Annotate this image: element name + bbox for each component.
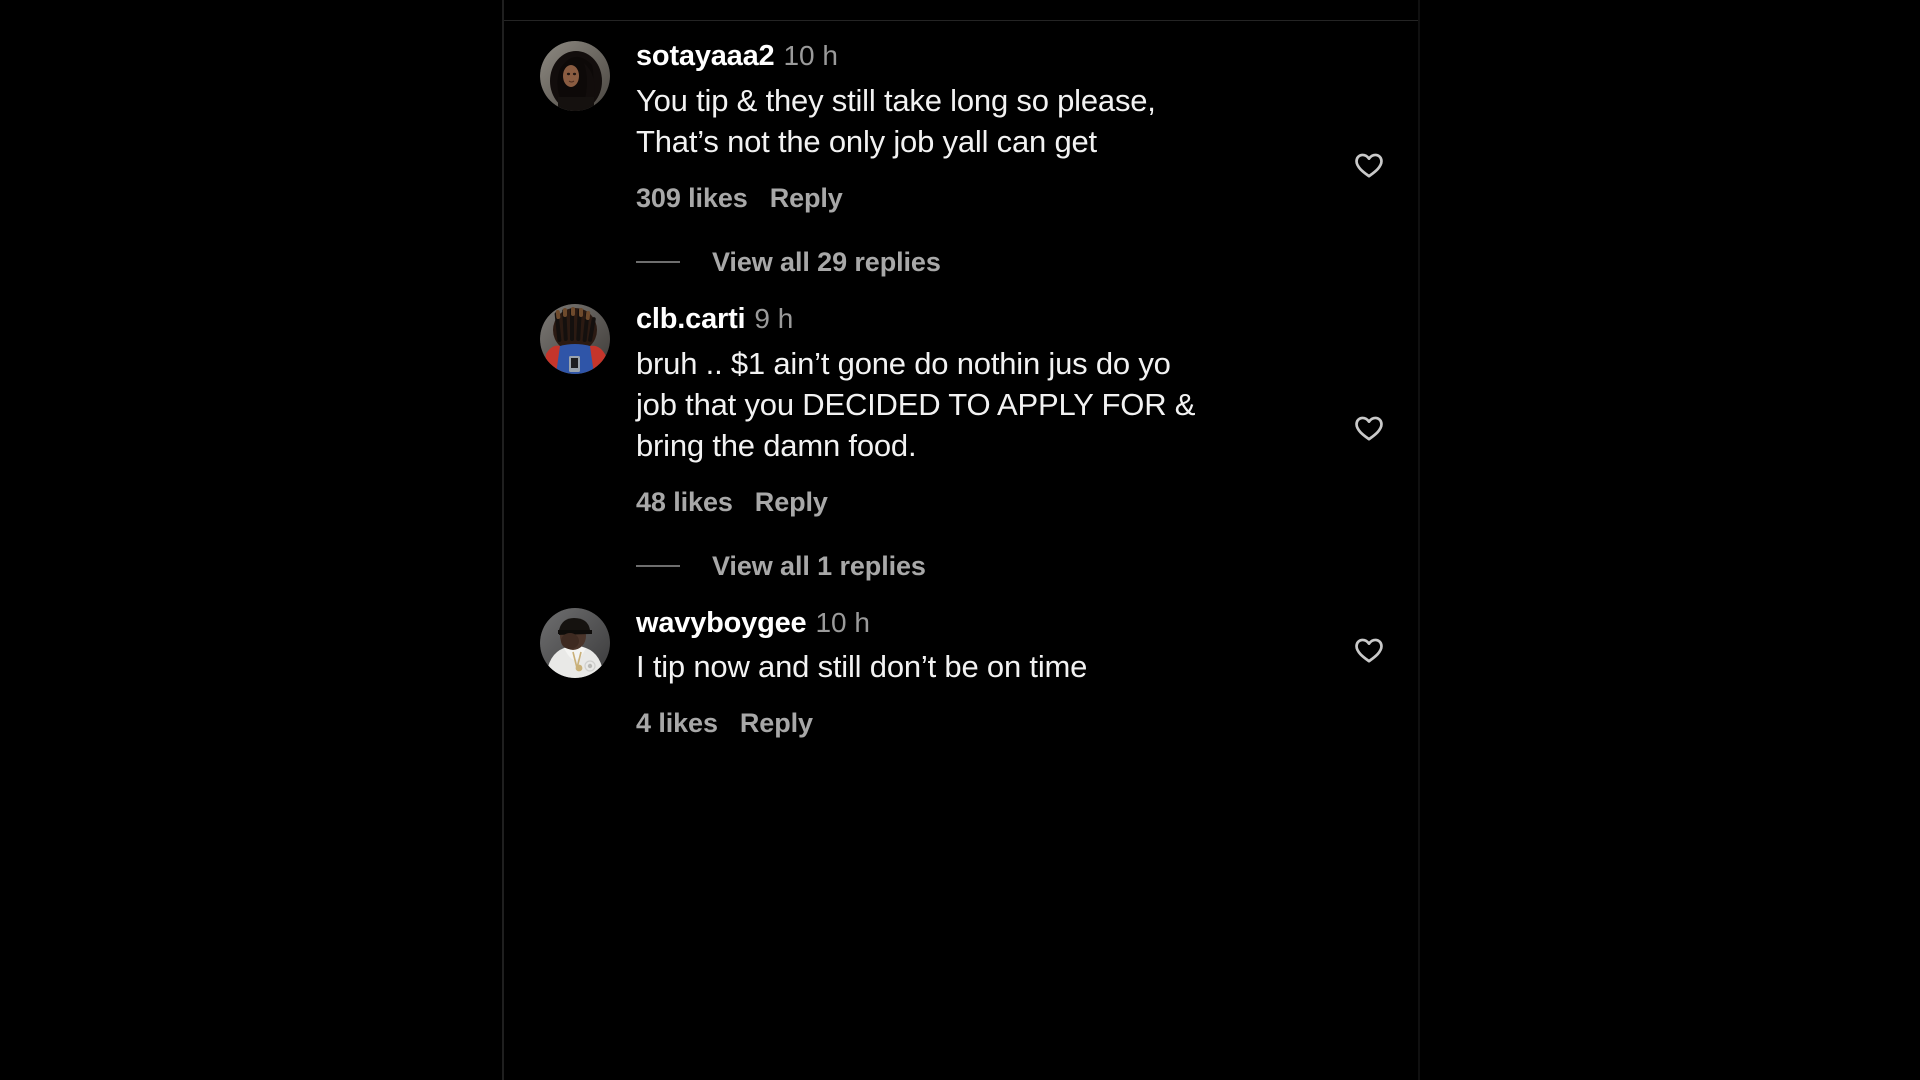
comment-username[interactable]: wavyboygee (636, 607, 807, 639)
comment-text: You tip & they still take long so please… (636, 82, 1156, 159)
reply-button[interactable]: Reply (755, 487, 828, 517)
comments-panel: sotayaaa2 10 h You tip & they still take … (502, 0, 1420, 1080)
comment-text: I tip now and still don’t be on time (636, 649, 1088, 685)
avatar[interactable] (540, 303, 610, 374)
comment-timestamp: 10 h (815, 606, 870, 638)
comment-text: bruh .. $1 ain’t gone do nothin jus do y… (636, 345, 1196, 463)
view-replies-row[interactable]: View all 1 replies (504, 551, 1418, 582)
replies-dash-icon (636, 565, 680, 568)
comment-timestamp: 9 h (754, 302, 794, 334)
comment-meta: 309 likes Reply (636, 183, 1352, 214)
reply-button[interactable]: Reply (740, 708, 813, 738)
like-count[interactable]: 48 likes (636, 487, 733, 517)
heart-outline-icon[interactable] (1352, 412, 1386, 446)
comment-body: wavyboygee 10 h I tip now and still don’t… (636, 606, 1418, 740)
comment-header: clb.carti 9 h (636, 302, 1352, 337)
comment-header: wavyboygee 10 h (636, 606, 1352, 641)
comment-username[interactable]: clb.carti (636, 303, 746, 335)
comment-meta: 48 likes Reply (636, 487, 1352, 518)
comment-item[interactable]: clb.carti 9 h bruh .. $1 ain’t gone do no… (504, 284, 1418, 518)
heart-outline-icon[interactable] (1352, 149, 1386, 183)
comment-body: sotayaaa2 10 h You tip & they still take … (636, 39, 1418, 214)
comment-username[interactable]: sotayaaa2 (636, 40, 775, 72)
comment-list: sotayaaa2 10 h You tip & they still take … (504, 21, 1418, 740)
screen: sotayaaa2 10 h You tip & they still take … (0, 0, 1920, 1080)
comment-item[interactable]: wavyboygee 10 h I tip now and still don’t… (504, 588, 1418, 740)
view-replies-label[interactable]: View all 29 replies (712, 247, 941, 278)
avatar-image-wavyboygee[interactable] (540, 607, 610, 678)
avatar-image-clb-carti[interactable] (540, 303, 610, 374)
avatar-image-sotayaaa2[interactable] (540, 41, 610, 111)
comment-header: sotayaaa2 10 h (636, 39, 1352, 74)
avatar[interactable] (540, 41, 610, 111)
replies-dash-icon (636, 261, 680, 264)
comment-meta: 4 likes Reply (636, 708, 1352, 739)
like-count[interactable]: 309 likes (636, 183, 748, 213)
like-count[interactable]: 4 likes (636, 708, 718, 738)
view-replies-row[interactable]: View all 29 replies (504, 247, 1418, 278)
comment-timestamp: 10 h (783, 40, 838, 71)
view-replies-label[interactable]: View all 1 replies (712, 551, 926, 582)
comment-body: clb.carti 9 h bruh .. $1 ain’t gone do no… (636, 302, 1418, 518)
avatar[interactable] (540, 607, 610, 678)
reply-button[interactable]: Reply (770, 183, 843, 213)
comment-item[interactable]: sotayaaa2 10 h You tip & they still take … (504, 21, 1418, 214)
heart-outline-icon[interactable] (1352, 634, 1386, 668)
